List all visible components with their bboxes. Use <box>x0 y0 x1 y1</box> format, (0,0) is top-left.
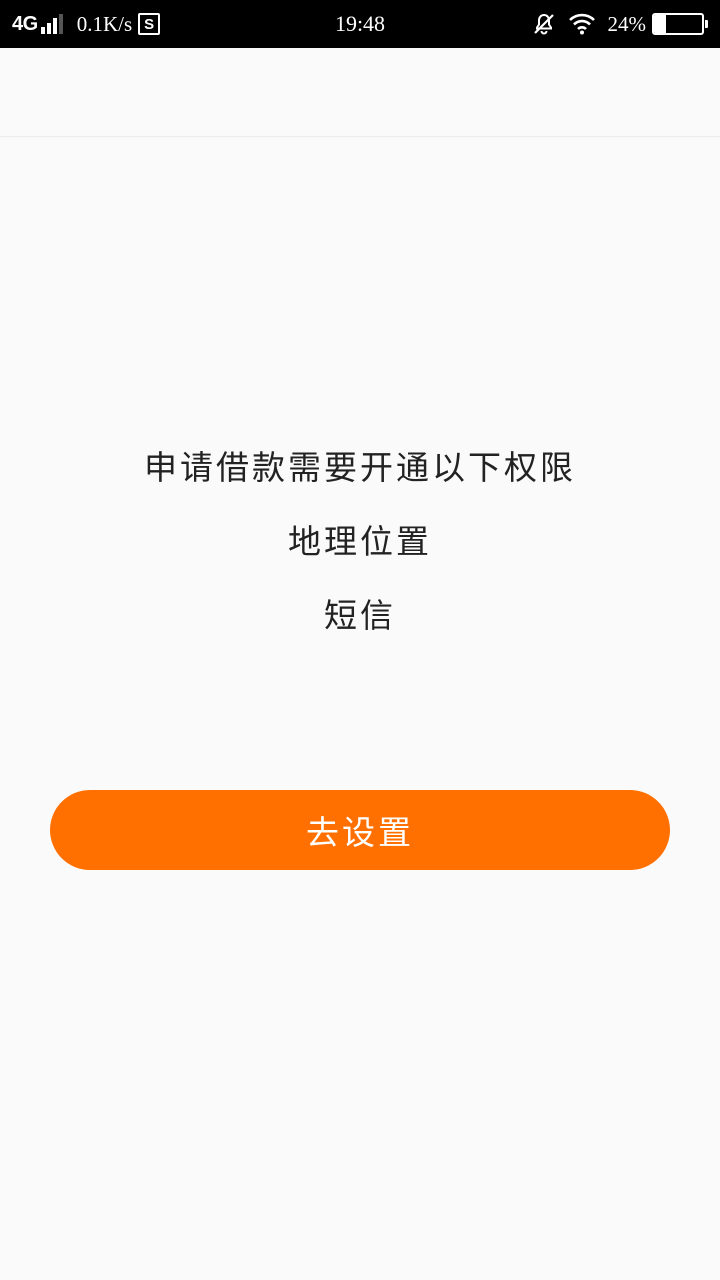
mute-bell-icon <box>532 12 556 36</box>
permission-item-sms: 短信 <box>324 596 396 635</box>
permission-item-location: 地理位置 <box>288 522 432 561</box>
permission-title: 申请借款需要开通以下权限 <box>144 448 576 487</box>
battery-percent: 24% <box>607 11 647 36</box>
status-bar-right: 24% <box>532 0 708 48</box>
app-header <box>0 48 720 137</box>
wifi-icon <box>568 13 596 35</box>
status-bar: 4G 0.1K/s S 19:48 24% <box>0 0 720 48</box>
battery-icon <box>652 13 708 35</box>
battery-fill <box>654 15 666 33</box>
go-settings-button[interactable]: 去设置 <box>50 790 670 870</box>
